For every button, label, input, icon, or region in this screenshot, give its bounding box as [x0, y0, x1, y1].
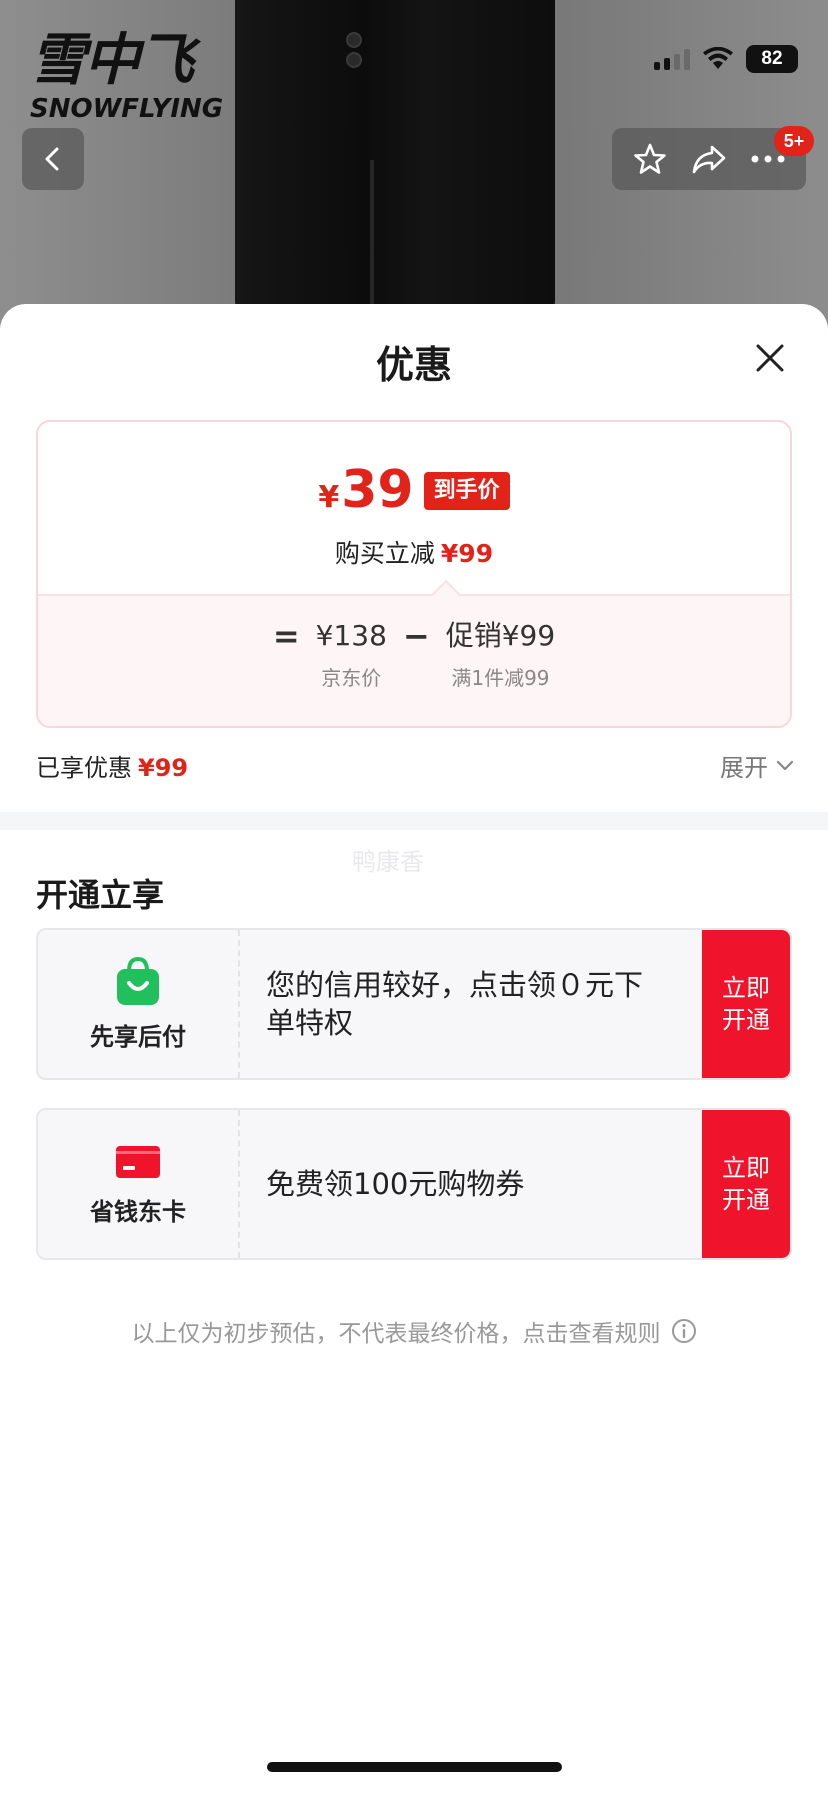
reduce-value: ¥99	[440, 539, 494, 568]
enjoyed-label: 已享优惠	[36, 754, 132, 782]
activate-line1: 立即	[722, 1154, 770, 1182]
final-price-tag: 到手价	[423, 472, 510, 510]
service-name: 先享后付	[90, 1022, 186, 1051]
notification-badge: 5+	[774, 126, 814, 156]
activate-line1: 立即	[722, 974, 770, 1002]
base-price-value: ¥138	[315, 619, 387, 652]
watermark: 鸭康香	[352, 848, 424, 876]
service-card-savings-card[interactable]: 省钱东卡 免费领100元购物券 立即开通	[36, 1108, 792, 1260]
promo-discount: 促销¥99 满1件减99	[446, 616, 555, 692]
reduce-label: 购买立减	[334, 539, 435, 568]
promotion-sheet: 优惠 ¥ 39 到手价 购买立减 ¥99 = ¥138 京东价 − 促销¥99 …	[0, 304, 828, 1793]
formula-row: = ¥138 京东价 − 促销¥99 满1件减99	[38, 616, 790, 692]
disclaimer-text: 以上仅为初步预估，不代表最终价格，点击查看规则	[131, 1321, 661, 1347]
expand-button[interactable]: 展开	[720, 748, 794, 783]
product-image-button	[346, 52, 362, 68]
base-price: ¥138 京东价	[316, 616, 387, 692]
close-icon[interactable]	[750, 338, 790, 378]
service-name: 省钱东卡	[90, 1197, 186, 1226]
chevron-left-icon	[45, 147, 59, 171]
promo-label: 满1件减99	[451, 666, 550, 690]
share-icon	[692, 145, 726, 174]
currency-symbol: ¥	[318, 480, 340, 515]
promo-value: 促销¥99	[445, 619, 556, 652]
enjoyed-discount: 已享优惠 ¥99	[36, 748, 188, 783]
home-indicator[interactable]	[267, 1762, 562, 1772]
favorite-button[interactable]	[628, 137, 672, 181]
price-summary: ¥ 39 到手价 购买立减 ¥99	[38, 422, 790, 594]
activate-line2: 开通	[722, 1186, 770, 1214]
service-brand: 先享后付	[38, 930, 240, 1078]
rules-link[interactable]: 以上仅为初步预估，不代表最终价格，点击查看规则	[0, 1314, 828, 1348]
product-image-button	[346, 32, 362, 48]
brand-logo: 雪中飞 SNOWFLYING	[30, 28, 250, 125]
expand-label: 展开	[720, 754, 768, 782]
activate-button[interactable]: 立即 开通	[702, 930, 790, 1078]
brand-logo-en: SNOWFLYING	[30, 94, 224, 124]
cellular-signal-icon	[654, 48, 690, 70]
reduce-line: 购买立减 ¥99	[38, 534, 790, 570]
section-divider	[0, 812, 828, 830]
service-brand: 省钱东卡	[38, 1110, 240, 1258]
shopping-bag-icon	[117, 956, 159, 1005]
service-description: 您的信用较好，点击领０元下单特权	[266, 968, 644, 1040]
enjoyed-value: ¥99	[138, 754, 189, 782]
minus-sign: −	[402, 617, 430, 655]
status-bar: 82	[654, 44, 798, 74]
base-price-label: 京东价	[321, 666, 382, 690]
wifi-icon	[703, 47, 733, 69]
service-description: 免费领100元购物券	[266, 1167, 525, 1201]
brand-logo-cn: 雪中飞	[30, 28, 194, 93]
final-price: ¥ 39 到手价	[38, 462, 790, 518]
more-dots-icon	[751, 155, 785, 163]
info-icon	[671, 1319, 696, 1343]
card-icon	[116, 1145, 160, 1178]
equals-sign: =	[272, 617, 300, 655]
price-formula: = ¥138 京东价 − 促销¥99 满1件减99	[38, 594, 790, 726]
activate-button[interactable]: 立即 开通	[702, 1110, 790, 1258]
section-title: 开通立享	[36, 876, 165, 914]
product-image-pants	[235, 0, 555, 330]
star-icon	[633, 143, 666, 174]
share-button[interactable]	[687, 137, 731, 181]
price-breakdown-card: ¥ 39 到手价 购买立减 ¥99 = ¥138 京东价 − 促销¥99 满1件减…	[36, 420, 792, 728]
service-card-pay-later[interactable]: 先享后付 您的信用较好，点击领０元下单特权 立即开通	[36, 928, 792, 1080]
sheet-title: 优惠	[375, 343, 452, 387]
chevron-down-icon	[776, 760, 794, 770]
final-price-value: 39	[341, 460, 414, 520]
activate-line2: 开通	[722, 1006, 770, 1034]
back-button[interactable]	[22, 128, 84, 190]
battery-indicator: 82	[746, 45, 798, 73]
